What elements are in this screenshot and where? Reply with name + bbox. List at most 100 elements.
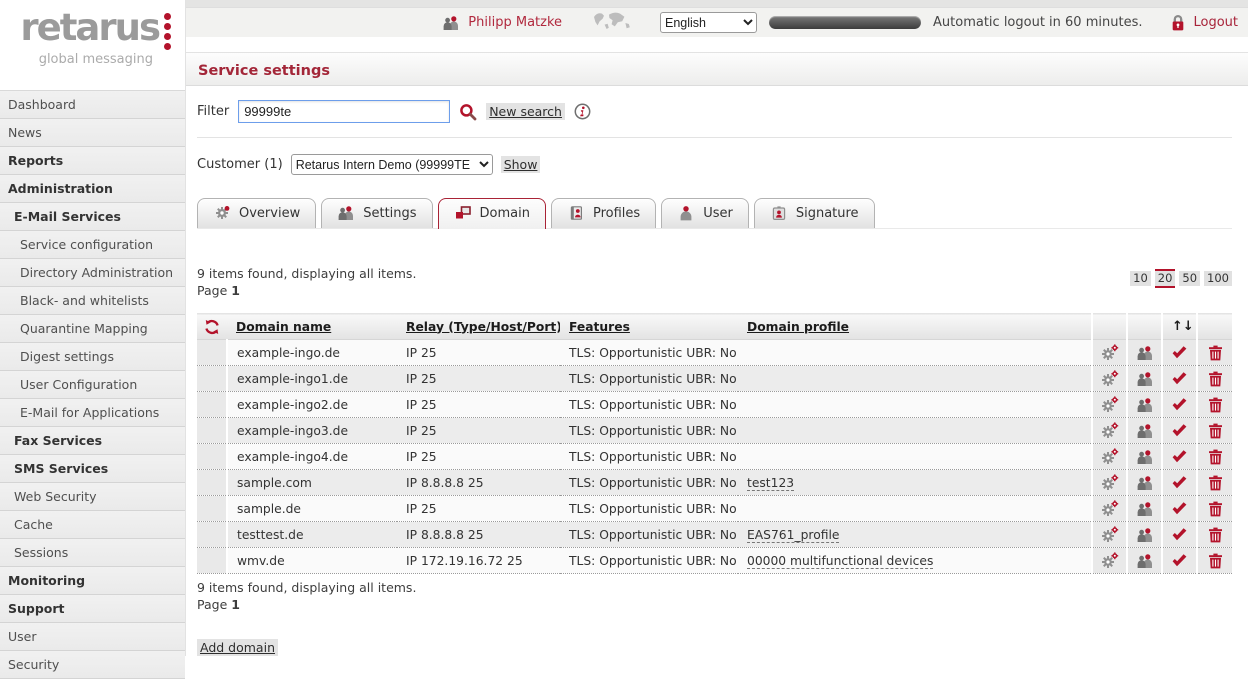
domain-active-check-icon[interactable]: [1171, 527, 1188, 542]
sidebar-item-directory-administration[interactable]: Directory Administration: [0, 259, 185, 287]
domain-settings-icon[interactable]: [1101, 526, 1119, 543]
table-row: example-ingo3.deIP 25TLS: Opportunistic …: [197, 418, 1232, 444]
sidebar-item-user[interactable]: User: [0, 623, 185, 651]
delete-domain-icon[interactable]: [1208, 553, 1223, 569]
domain-profile-link[interactable]: EAS761_profile: [747, 528, 839, 543]
sidebar-item-service-configuration[interactable]: Service configuration: [0, 231, 185, 259]
sidebar-item-security[interactable]: Security: [0, 651, 185, 679]
tab-user[interactable]: User: [661, 198, 749, 228]
search-icon[interactable]: [459, 103, 477, 121]
domain-users-icon-cell: [1127, 340, 1162, 366]
domain-active-check-icon-cell: [1162, 444, 1197, 470]
domain-users-icon[interactable]: [1136, 553, 1154, 569]
sidebar-item-monitoring[interactable]: Monitoring: [0, 567, 185, 595]
domain-users-icon[interactable]: [1136, 527, 1154, 543]
domain-settings-icon-cell: [1092, 470, 1127, 496]
domain-active-check-icon[interactable]: [1171, 371, 1188, 386]
sidebar-item-cache[interactable]: Cache: [0, 511, 185, 539]
domain-active-check-icon[interactable]: [1171, 501, 1188, 516]
tab-settings[interactable]: Settings: [321, 198, 432, 228]
sort-toggle-icon[interactable]: ↑↓: [1162, 314, 1197, 340]
delete-domain-icon[interactable]: [1208, 397, 1223, 413]
page-size-20[interactable]: 20: [1155, 269, 1176, 288]
sidebar-item-quarantine-mapping[interactable]: Quarantine Mapping: [0, 315, 185, 343]
language-select[interactable]: English: [660, 12, 757, 33]
tab-domain[interactable]: Domain: [438, 198, 546, 229]
domain-users-icon[interactable]: [1136, 371, 1154, 387]
signature-icon: [770, 205, 788, 221]
page-indicator: Page 1: [197, 596, 1232, 613]
sidebar-item-web-security[interactable]: Web Security: [0, 483, 185, 511]
sidebar-item-administration[interactable]: Administration: [0, 175, 185, 203]
domain-settings-icon[interactable]: [1101, 448, 1119, 465]
domain-active-check-icon-cell: [1162, 340, 1197, 366]
refresh-icon[interactable]: [197, 314, 227, 340]
page-size-10[interactable]: 10: [1130, 271, 1151, 286]
domain-active-check-icon[interactable]: [1171, 397, 1188, 412]
domain-active-check-icon[interactable]: [1171, 449, 1188, 464]
people-icon: [337, 205, 355, 221]
sidebar-item-sms-services[interactable]: SMS Services: [0, 455, 185, 483]
column-domain-profile[interactable]: Domain profile: [747, 320, 849, 334]
domain-settings-icon[interactable]: [1101, 344, 1119, 361]
domain-users-icon[interactable]: [1136, 501, 1154, 517]
customer-select[interactable]: Retarus Intern Demo (99999TE: [291, 154, 493, 175]
domain-active-check-icon[interactable]: [1171, 423, 1188, 438]
sidebar-item-dashboard[interactable]: Dashboard: [0, 91, 185, 119]
sidebar-item-sessions[interactable]: Sessions: [0, 539, 185, 567]
domain-settings-icon[interactable]: [1101, 552, 1119, 569]
domain-settings-icon[interactable]: [1101, 370, 1119, 387]
domain-settings-icon[interactable]: [1101, 422, 1119, 439]
delete-domain-icon[interactable]: [1208, 527, 1223, 543]
page-size-100[interactable]: 100: [1204, 271, 1232, 286]
sidebar-item-black-and-whitelists[interactable]: Black- and whitelists: [0, 287, 185, 315]
domain-settings-icon[interactable]: [1101, 396, 1119, 413]
domain-users-icon-cell: [1127, 496, 1162, 522]
sidebar-item-reports[interactable]: Reports: [0, 147, 185, 175]
sidebar-item-user-configuration[interactable]: User Configuration: [0, 371, 185, 399]
domain-active-check-icon[interactable]: [1171, 345, 1188, 360]
delete-domain-icon[interactable]: [1208, 371, 1223, 387]
new-search-link[interactable]: New search: [486, 103, 565, 120]
logo-text: retarus: [20, 10, 159, 46]
domain-users-icon[interactable]: [1136, 397, 1154, 413]
items-found-text: 9 items found, displaying all items.: [197, 579, 1232, 596]
sidebar-item-support[interactable]: Support: [0, 595, 185, 623]
column-relay[interactable]: Relay (Type/Host/Port): [406, 320, 560, 334]
delete-domain-icon[interactable]: [1208, 423, 1223, 439]
filter-input[interactable]: [238, 100, 450, 123]
domain-users-icon[interactable]: [1136, 449, 1154, 465]
tab-overview[interactable]: Overview: [197, 198, 316, 228]
domain-users-icon[interactable]: [1136, 345, 1154, 361]
sidebar-item-digest-settings[interactable]: Digest settings: [0, 343, 185, 371]
delete-domain-icon[interactable]: [1208, 449, 1223, 465]
domain-users-icon[interactable]: [1136, 475, 1154, 491]
sidebar-item-e-mail-for-applications[interactable]: E-Mail for Applications: [0, 399, 185, 427]
domain-active-check-icon[interactable]: [1171, 553, 1188, 568]
top-strip: [186, 0, 1248, 8]
sidebar-item-news[interactable]: News: [0, 119, 185, 147]
domain-settings-icon[interactable]: [1101, 500, 1119, 517]
domain-profile-link[interactable]: test123: [747, 476, 794, 491]
show-button[interactable]: Show: [501, 156, 541, 173]
sidebar-item-fax-services[interactable]: Fax Services: [0, 427, 185, 455]
add-domain-button[interactable]: Add domain: [197, 639, 278, 656]
tab-signature[interactable]: Signature: [754, 198, 875, 228]
domain-settings-icon[interactable]: [1101, 474, 1119, 491]
delete-domain-icon[interactable]: [1208, 501, 1223, 517]
page-size-50[interactable]: 50: [1179, 271, 1200, 286]
column-features[interactable]: Features: [569, 320, 630, 334]
domain-active-check-icon[interactable]: [1171, 475, 1188, 490]
features-cell: TLS: Opportunistic UBR: No: [560, 366, 738, 392]
tab-profiles[interactable]: Profiles: [551, 198, 656, 228]
delete-domain-icon[interactable]: [1208, 345, 1223, 361]
relay-cell: IP 8.8.8.8 25: [397, 522, 560, 548]
delete-domain-icon[interactable]: [1208, 475, 1223, 491]
info-icon[interactable]: [574, 103, 591, 120]
delete-domain-icon-cell: [1197, 392, 1232, 418]
column-domain-name[interactable]: Domain name: [236, 320, 331, 334]
sidebar-item-e-mail-services[interactable]: E-Mail Services: [0, 203, 185, 231]
logout-button[interactable]: Logout: [1170, 14, 1238, 31]
domain-profile-link[interactable]: 00000 multifunctional devices: [747, 554, 933, 569]
domain-users-icon[interactable]: [1136, 423, 1154, 439]
